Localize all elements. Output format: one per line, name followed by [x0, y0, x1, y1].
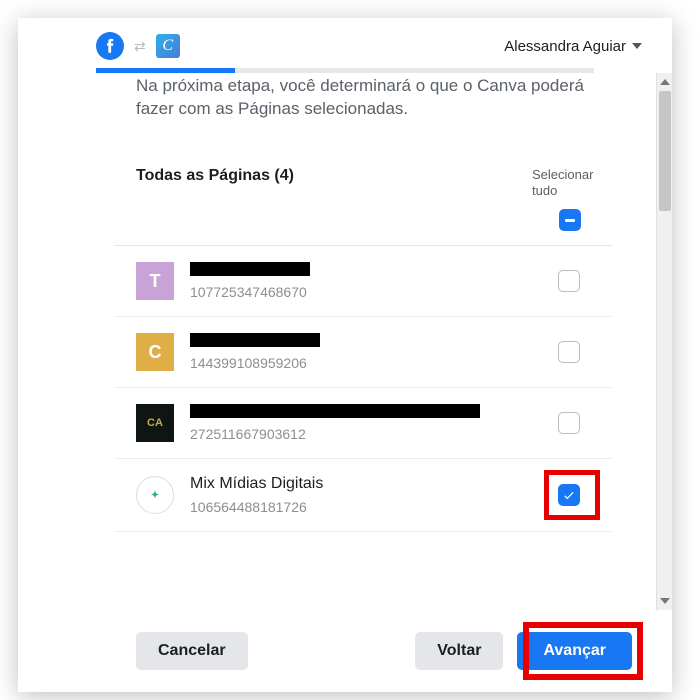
page-checkbox[interactable] [558, 270, 580, 292]
page-id: 272511667903612 [190, 426, 542, 442]
page-id: 144399108959206 [190, 355, 542, 371]
select-all-checkbox[interactable] [559, 209, 581, 231]
cancel-button[interactable]: Cancelar [136, 632, 248, 670]
page-name-redacted [190, 333, 320, 347]
step-description: Na próxima etapa, você determinará o que… [96, 73, 630, 149]
pages-list: Todas as Páginas (4) Selecionar tudo T 1… [96, 149, 630, 533]
page-checkbox[interactable] [558, 412, 580, 434]
scrollbar[interactable] [656, 73, 672, 610]
page-name: Mix Mídias Digitais [190, 475, 542, 493]
canva-icon: C [156, 34, 180, 58]
check-icon [562, 488, 576, 502]
dialog-footer: Cancelar Voltar Avançar [18, 610, 672, 692]
list-header: Todas as Páginas (4) Selecionar tudo [114, 149, 612, 247]
page-id: 106564488181726 [190, 499, 542, 515]
user-menu[interactable]: Alessandra Aguiar [504, 38, 642, 55]
page-avatar: C [136, 333, 174, 371]
page-avatar: CA [136, 404, 174, 442]
table-row: T 107725347468670 [114, 246, 612, 317]
page-id: 107725347468670 [190, 284, 542, 300]
dialog-header: ⇄ C Alessandra Aguiar [18, 18, 672, 68]
user-name: Alessandra Aguiar [504, 38, 626, 55]
scroll-down-icon[interactable] [660, 598, 670, 604]
permissions-dialog: ⇄ C Alessandra Aguiar Na próxima etapa, … [18, 18, 672, 692]
list-title: Todas as Páginas (4) [136, 167, 294, 185]
scroll-thumb[interactable] [659, 91, 671, 211]
page-checkbox[interactable] [558, 341, 580, 363]
page-avatar: ✦ [136, 476, 174, 514]
page-name-redacted [190, 262, 310, 276]
caret-down-icon [632, 43, 642, 49]
select-all-label: Selecionar tudo [532, 167, 608, 200]
table-row: C 144399108959206 [114, 317, 612, 388]
app-link-icons: ⇄ C [96, 32, 180, 60]
scroll-up-icon[interactable] [660, 79, 670, 85]
table-row: CA 272511667903612 [114, 388, 612, 459]
link-icon: ⇄ [134, 38, 146, 55]
next-button[interactable]: Avançar [517, 632, 632, 670]
page-avatar: T [136, 262, 174, 300]
facebook-icon [96, 32, 124, 60]
page-checkbox[interactable] [558, 484, 580, 506]
page-name-redacted [190, 404, 480, 418]
back-button[interactable]: Voltar [415, 632, 503, 670]
table-row: ✦ Mix Mídias Digitais 106564488181726 [114, 459, 612, 532]
